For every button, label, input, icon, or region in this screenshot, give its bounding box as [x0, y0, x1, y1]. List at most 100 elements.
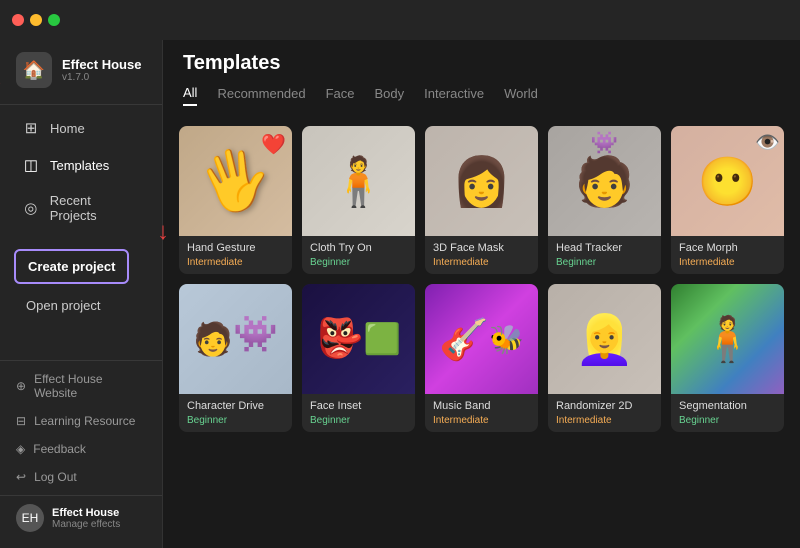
sidebar-item-website[interactable]: ⊕ Effect House Website	[0, 365, 162, 407]
template-level-head-tracker: Beginner	[556, 257, 653, 268]
template-name-head-tracker: Head Tracker	[556, 242, 653, 254]
template-thumb-face-inset: 👺🟩	[302, 284, 415, 394]
template-card-cloth-try-on[interactable]: 🧍 Cloth Try On Beginner	[302, 126, 415, 274]
template-name-face-inset: Face Inset	[310, 400, 407, 412]
sidebar-item-home[interactable]: ⊞ Home	[6, 110, 156, 146]
template-name-music-band: Music Band	[433, 400, 530, 412]
tab-interactive[interactable]: Interactive	[424, 86, 484, 105]
tab-world[interactable]: World	[504, 86, 538, 105]
templates-grid: 🖐️❤️ Hand Gesture Intermediate 🧍 Cloth T…	[163, 114, 800, 548]
template-thumb-face-morph: 😶👁️	[671, 126, 784, 236]
template-level-cloth-try-on: Beginner	[310, 257, 407, 268]
user-avatar: EH	[16, 504, 44, 532]
template-info-character-drive: Character Drive Beginner	[179, 394, 292, 432]
sidebar-item-recent[interactable]: ◎ Recent Projects	[6, 184, 156, 232]
user-subtitle: Manage effects	[52, 519, 120, 530]
sidebar-item-templates-label: Templates	[50, 158, 109, 173]
template-info-segmentation: Segmentation Beginner	[671, 394, 784, 432]
template-name-cloth-try-on: Cloth Try On	[310, 242, 407, 254]
template-thumb-3d-face-mask: 👩	[425, 126, 538, 236]
logo-icon: 🏠	[16, 52, 52, 88]
template-card-character-drive[interactable]: 🧑👾 Character Drive Beginner	[179, 284, 292, 432]
feedback-icon: ◈	[16, 442, 25, 456]
arrow-indicator: ↓	[0, 66, 3, 92]
app-version: v1.7.0	[62, 72, 141, 83]
sidebar-feedback-label: Feedback	[33, 442, 86, 456]
traffic-lights	[12, 14, 60, 26]
learning-icon: ⊟	[16, 414, 26, 428]
avatar-initials: EH	[22, 511, 39, 525]
logo-area: 🏠 Effect House v1.7.0	[0, 40, 162, 100]
sidebar-website-label: Effect House Website	[34, 372, 146, 400]
maximize-button[interactable]	[48, 14, 60, 26]
template-name-face-morph: Face Morph	[679, 242, 776, 254]
template-name-3d-face-mask: 3D Face Mask	[433, 242, 530, 254]
sidebar: 🏠 Effect House v1.7.0 ⊞ Home ◫ Templates…	[0, 0, 163, 548]
template-thumb-randomizer-2d: 👱‍♀️	[548, 284, 661, 394]
template-card-music-band[interactable]: 🎸🐝 Music Band Intermediate	[425, 284, 538, 432]
template-card-randomizer-2d[interactable]: 👱‍♀️ Randomizer 2D Intermediate	[548, 284, 661, 432]
template-name-character-drive: Character Drive	[187, 400, 284, 412]
template-card-face-morph[interactable]: 😶👁️ Face Morph Intermediate	[671, 126, 784, 274]
template-level-hand-gesture: Intermediate	[187, 257, 284, 268]
template-level-music-band: Intermediate	[433, 415, 530, 426]
template-level-face-inset: Beginner	[310, 415, 407, 426]
template-thumb-cloth-try-on: 🧍	[302, 126, 415, 236]
template-thumb-character-drive: 🧑👾	[179, 284, 292, 394]
title-bar	[0, 0, 800, 40]
template-name-hand-gesture: Hand Gesture	[187, 242, 284, 254]
sidebar-item-feedback[interactable]: ◈ Feedback	[0, 435, 162, 463]
template-info-music-band: Music Band Intermediate	[425, 394, 538, 432]
sidebar-item-templates[interactable]: ◫ Templates	[6, 147, 156, 183]
template-info-cloth-try-on: Cloth Try On Beginner	[302, 236, 415, 274]
templates-icon: ◫	[22, 156, 40, 174]
user-info: Effect House Manage effects	[52, 507, 120, 530]
template-card-segmentation[interactable]: 🧍 Segmentation Beginner	[671, 284, 784, 432]
sidebar-bottom: ⊕ Effect House Website ⊟ Learning Resour…	[0, 356, 162, 548]
logout-icon: ↩	[16, 470, 26, 484]
sidebar-nav: ⊞ Home ◫ Templates ◎ Recent Projects Cre…	[0, 109, 162, 356]
template-info-face-inset: Face Inset Beginner	[302, 394, 415, 432]
template-card-hand-gesture[interactable]: 🖐️❤️ Hand Gesture Intermediate	[179, 126, 292, 274]
template-level-face-morph: Intermediate	[679, 257, 776, 268]
template-thumb-hand-gesture: 🖐️❤️	[179, 126, 292, 236]
template-card-face-inset[interactable]: 👺🟩 Face Inset Beginner	[302, 284, 415, 432]
template-level-3d-face-mask: Intermediate	[433, 257, 530, 268]
template-info-head-tracker: Head Tracker Beginner	[548, 236, 661, 274]
close-button[interactable]	[12, 14, 24, 26]
tab-body[interactable]: Body	[375, 86, 405, 105]
page-title: Templates	[183, 52, 780, 75]
tab-recommended[interactable]: Recommended	[217, 86, 305, 105]
sidebar-item-home-label: Home	[50, 121, 85, 136]
template-info-face-morph: Face Morph Intermediate	[671, 236, 784, 274]
template-card-head-tracker[interactable]: 🧑👾 Head Tracker Beginner	[548, 126, 661, 274]
website-icon: ⊕	[16, 379, 26, 393]
template-thumb-segmentation: 🧍	[671, 284, 784, 394]
main-content: Templates All Recommended Face Body Inte…	[163, 0, 800, 548]
minimize-button[interactable]	[30, 14, 42, 26]
home-icon: ⊞	[22, 119, 40, 137]
template-name-segmentation: Segmentation	[679, 400, 776, 412]
sidebar-item-learning[interactable]: ⊟ Learning Resource	[0, 407, 162, 435]
sidebar-item-recent-label: Recent Projects	[50, 193, 140, 223]
template-info-hand-gesture: Hand Gesture Intermediate	[179, 236, 292, 274]
template-info-randomizer-2d: Randomizer 2D Intermediate	[548, 394, 661, 432]
template-level-character-drive: Beginner	[187, 415, 284, 426]
sidebar-divider-1	[0, 104, 162, 105]
tab-face[interactable]: Face	[326, 86, 355, 105]
template-name-randomizer-2d: Randomizer 2D	[556, 400, 653, 412]
create-project-button[interactable]: Create project	[14, 249, 129, 284]
user-profile[interactable]: EH Effect House Manage effects	[0, 495, 162, 540]
logo-text: Effect House v1.7.0	[62, 57, 141, 83]
open-project-button[interactable]: Open project	[14, 292, 112, 319]
template-card-3d-face-mask[interactable]: 👩 3D Face Mask Intermediate	[425, 126, 538, 274]
template-thumb-head-tracker: 🧑👾	[548, 126, 661, 236]
recent-icon: ◎	[22, 199, 40, 217]
template-level-segmentation: Beginner	[679, 415, 776, 426]
tab-all[interactable]: All	[183, 85, 197, 106]
sidebar-learning-label: Learning Resource	[34, 414, 135, 428]
user-name: Effect House	[52, 507, 120, 519]
sidebar-item-logout[interactable]: ↩ Log Out	[0, 463, 162, 491]
template-thumb-music-band: 🎸🐝	[425, 284, 538, 394]
template-level-randomizer-2d: Intermediate	[556, 415, 653, 426]
